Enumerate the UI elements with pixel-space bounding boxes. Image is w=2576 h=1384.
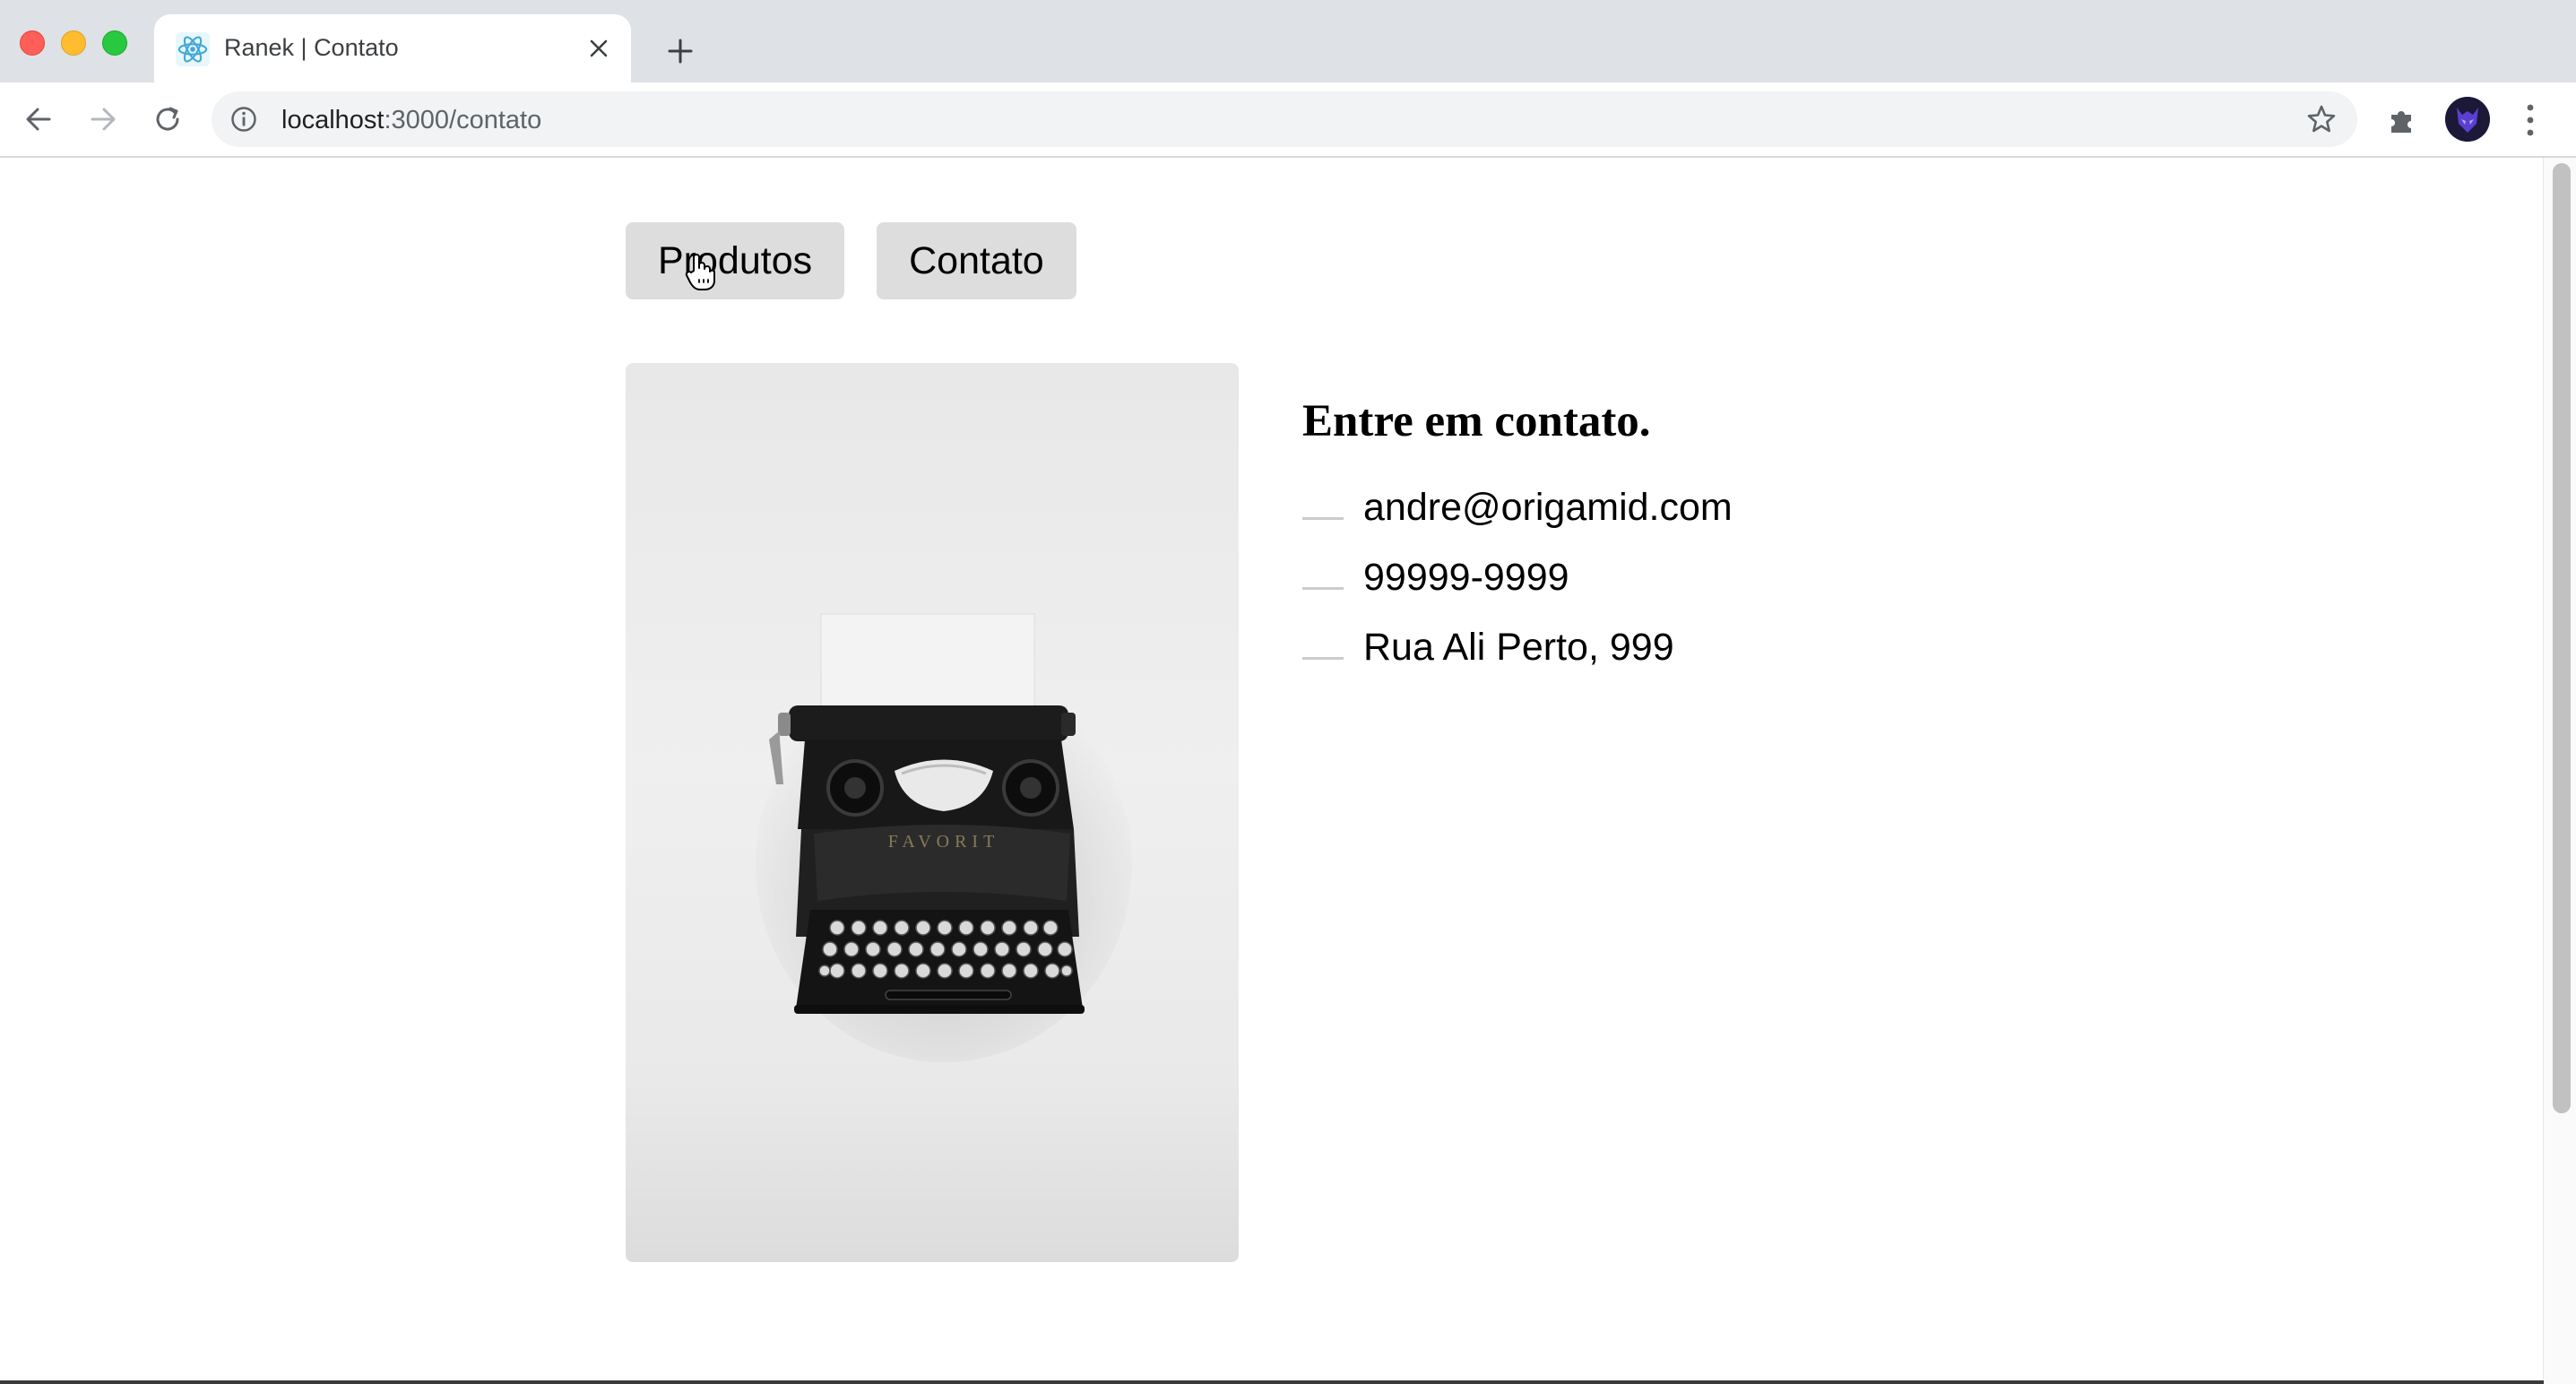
maximize-window-button[interactable] [102, 30, 127, 56]
nav-link-produtos[interactable]: Produtos [626, 222, 845, 299]
url-host: localhost [281, 106, 385, 134]
list-dash [1302, 517, 1344, 520]
hand-pointer-icon [685, 254, 715, 290]
info-icon[interactable] [229, 105, 258, 134]
new-tab-button[interactable] [661, 32, 699, 70]
contact-phone: 99999-9999 [1302, 542, 1733, 612]
contact-email: andre@origamid.com [1302, 472, 1733, 542]
tab-title: Ranek | Contato [224, 34, 399, 61]
tab-strip: Ranek | Contato [0, 0, 2576, 82]
avatar[interactable] [2445, 97, 2490, 142]
contact-phone-text: 99999-9999 [1363, 556, 1569, 599]
browser-tab[interactable]: Ranek | Contato [154, 14, 631, 82]
page-bottom-border [0, 1380, 2544, 1384]
svg-text:FAVORIT: FAVORIT [888, 832, 1000, 852]
contact-list: andre@origamid.com 99999-9999 Rua Ali Pe… [1302, 472, 1733, 682]
puzzle-icon[interactable] [2384, 102, 2420, 138]
contact-address-text: Rua Ali Perto, 999 [1363, 626, 1674, 669]
forward-button[interactable] [82, 99, 124, 140]
minimize-window-button[interactable] [61, 30, 86, 56]
reload-icon [156, 107, 179, 131]
kebab-menu-icon[interactable] [2517, 100, 2544, 140]
contact-email-text: andre@origamid.com [1363, 486, 1733, 529]
typewriter-illustration: FAVORIT [756, 613, 1132, 1062]
page-viewport: Produtos Contato FAVORIT Entre em contat… [0, 158, 2576, 1384]
list-dash [1302, 587, 1344, 590]
typewriter-photo: FAVORIT [626, 363, 1239, 1262]
reload-button[interactable] [147, 99, 188, 140]
plus-icon [668, 39, 693, 64]
contact-title: Entre em contato. [1302, 396, 1651, 446]
contact-section: Entre em contato. andre@origamid.com 999… [1302, 395, 1733, 682]
back-button[interactable] [18, 99, 59, 140]
address-bar[interactable]: localhost:3000/contato [212, 91, 2357, 147]
star-icon[interactable] [2305, 103, 2338, 135]
close-window-button[interactable] [20, 30, 45, 56]
nav-link-contato[interactable]: Contato [877, 222, 1076, 299]
url-text: localhost:3000/contato [281, 106, 541, 135]
back-arrow-icon [26, 108, 51, 131]
list-dash [1302, 657, 1344, 660]
profile-picture [2445, 97, 2490, 142]
react-logo-icon [176, 32, 210, 66]
scrollbar[interactable] [2543, 158, 2576, 1384]
forward-arrow-icon [91, 108, 116, 131]
browser-toolbar: localhost:3000/contato [0, 82, 2576, 158]
scrollbar-thumb[interactable] [2553, 163, 2571, 1113]
contact-address: Rua Ali Perto, 999 [1302, 612, 1733, 682]
close-icon [590, 39, 608, 57]
url-path: :3000/contato [384, 106, 542, 134]
tab-close-button[interactable] [583, 32, 615, 65]
